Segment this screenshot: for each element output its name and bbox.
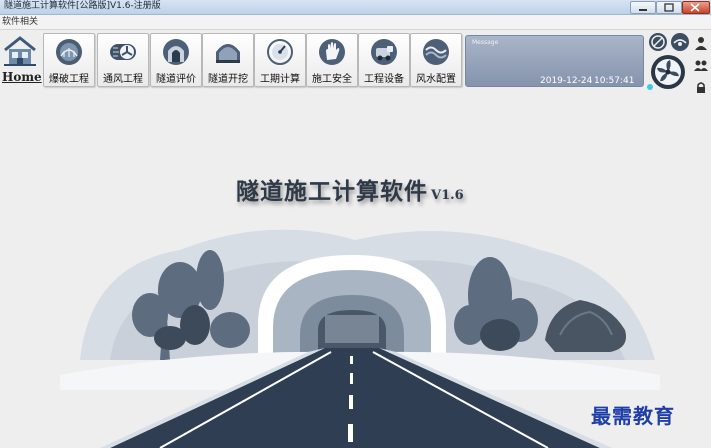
maximize-icon (664, 3, 674, 12)
schedule-label: 工期计算 (260, 74, 300, 85)
maximize-button[interactable] (656, 1, 682, 14)
message-label: Message (472, 39, 499, 46)
app-title: 隧道施工计算软件 V1.6 (236, 172, 464, 206)
safety-glove-icon (319, 39, 345, 65)
lock-button[interactable] (695, 78, 707, 93)
blasting-label: 爆破工程 (49, 74, 89, 85)
water-wind-button[interactable]: 风水配置 (410, 33, 462, 87)
home-button[interactable]: Home (2, 33, 42, 85)
window-title: 隧道施工计算软件[公路版]V1.6-注册版 (4, 1, 161, 11)
schedule-gauge-icon (267, 39, 293, 65)
equipment-label: 工程设备 (364, 74, 404, 85)
minimize-button[interactable] (630, 1, 656, 14)
main-stage: 隧道施工计算软件 V1.6 最需教育 (0, 90, 711, 448)
water-wind-label: 风水配置 (416, 74, 456, 85)
water-wind-icon (423, 39, 449, 65)
users-button[interactable] (694, 57, 708, 71)
tunnel-excavation-label: 隧道开挖 (208, 74, 248, 85)
menu-item-software[interactable]: 软件相关 (2, 15, 38, 29)
home-label: Home (2, 70, 42, 84)
message-panel: Message 2019-12-24 10:57:41 (465, 35, 644, 87)
disable-button[interactable] (648, 32, 668, 52)
link-button[interactable] (670, 32, 690, 52)
close-icon (690, 3, 700, 12)
close-button[interactable] (682, 1, 710, 14)
schedule-button[interactable]: 工期计算 (254, 33, 306, 87)
title-bar: 隧道施工计算软件[公路版]V1.6-注册版 (0, 0, 711, 15)
minimize-icon (639, 9, 647, 11)
toolbar: Home 爆破工程 通风工程 隧道评价 隧道开挖 工期计算 施工安全 工程设备 … (0, 30, 711, 93)
safety-label: 施工安全 (312, 74, 352, 85)
tunnel-evaluation-label: 隧道评价 (156, 74, 196, 85)
app-version: V1.6 (431, 188, 464, 203)
user-icon (695, 37, 707, 50)
message-time: 10:57:41 (594, 76, 635, 86)
safety-button[interactable]: 施工安全 (306, 33, 358, 87)
fan-icon (651, 55, 685, 89)
users-icon (694, 60, 708, 71)
house-icon (4, 36, 36, 66)
menu-bar: 软件相关 (0, 15, 711, 30)
equipment-icon (371, 39, 397, 65)
message-date: 2019-12-24 (540, 76, 593, 86)
tunnel-excavation-icon (216, 44, 240, 63)
watermark: 最需教育 (591, 404, 675, 428)
link-icon (671, 33, 689, 51)
equipment-button[interactable]: 工程设备 (358, 33, 410, 87)
tunnel-excavation-button[interactable]: 隧道开挖 (202, 33, 254, 87)
ventilation-label: 通风工程 (103, 74, 143, 85)
blasting-button[interactable]: 爆破工程 (43, 33, 95, 87)
tunnel-illustration (60, 229, 660, 448)
ventilation-button[interactable]: 通风工程 (97, 33, 149, 87)
user-button[interactable] (694, 35, 708, 50)
tunnel-evaluation-icon (163, 39, 189, 65)
fan-control-button[interactable] (650, 54, 686, 90)
app-title-text: 隧道施工计算软件 (236, 178, 428, 205)
no-entry-icon (649, 33, 667, 51)
blasting-icon (56, 39, 82, 65)
ventilation-fan-icon (110, 44, 136, 60)
tunnel-evaluation-button[interactable]: 隧道评价 (150, 33, 202, 87)
